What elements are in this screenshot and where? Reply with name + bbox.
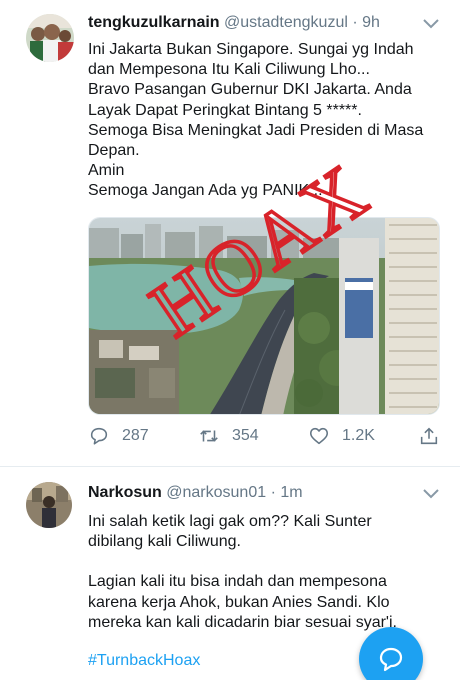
chevron-down-icon[interactable] xyxy=(422,487,440,501)
display-name[interactable]: tengkuzulkarnain xyxy=(88,14,220,31)
avatar-photo xyxy=(26,14,74,62)
tweet-line: Lagian kali itu bisa indah dan mempesona xyxy=(88,573,387,591)
avatar[interactable] xyxy=(26,482,72,528)
like-count: 1.2K xyxy=(342,427,375,444)
heart-icon xyxy=(309,427,329,445)
tweet-time: · 1m xyxy=(270,484,303,501)
tweet-time: · 9h xyxy=(352,14,380,31)
compose-tweet-button[interactable] xyxy=(359,627,423,680)
tweet-line: dan Mempesona Itu Kali Ciliwung Lho... xyxy=(88,61,370,79)
tweet-line: Ini Jakarta Bukan Singapore. Sungai yg I… xyxy=(88,41,414,58)
tweet-line: Semoga Bisa Meningkat Jadi Presiden di M… xyxy=(88,121,424,139)
retweet-count: 354 xyxy=(232,427,259,444)
compose-bubble-icon xyxy=(379,647,403,672)
tweet-divider xyxy=(0,466,460,467)
reply-icon xyxy=(90,427,108,445)
reply-button[interactable]: 287 xyxy=(88,425,149,447)
tweet-line: Layak Dapat Peringkat Bintang 5 *****. xyxy=(88,101,362,119)
tweet-line: Bravo Pasangan Gubernur DKI Jakarta. And… xyxy=(88,81,412,99)
hoax-stamp: HOAX xyxy=(134,150,386,350)
reply-count: 287 xyxy=(122,427,149,444)
display-name[interactable]: Narkosun xyxy=(88,484,162,501)
tweet-line: dibilang kali Ciliwung. xyxy=(88,533,241,551)
retweet-icon xyxy=(200,430,218,442)
tweet-line: karena kerja Ahok, bukan Anies Sandi. Kl… xyxy=(88,593,390,611)
tweet-actions: 287 354 1.2K xyxy=(88,425,448,451)
tweet-text: Ini salah ketik lagi gak om?? Kali Sunte… xyxy=(88,512,397,671)
like-button[interactable]: 1.2K xyxy=(308,425,375,447)
tweet-line: mereka kan kali dicadarin biar sesuai sy… xyxy=(88,613,397,631)
tweet-line: Ini salah ketik lagi gak om?? Kali Sunte… xyxy=(88,513,372,530)
share-button[interactable] xyxy=(418,425,440,447)
hashtag-link[interactable]: #TurnbackHoax xyxy=(88,651,397,671)
hoax-stamp-text: HOAX xyxy=(135,150,384,350)
avatar-photo xyxy=(26,482,72,528)
tweet-line xyxy=(88,552,397,572)
retweet-button[interactable]: 354 xyxy=(198,425,259,447)
chevron-down-icon[interactable] xyxy=(422,17,440,31)
user-handle[interactable]: @ustadtengkuzul xyxy=(224,14,348,31)
share-icon xyxy=(420,427,438,445)
user-handle[interactable]: @narkosun01 xyxy=(166,484,266,501)
avatar[interactable] xyxy=(26,14,74,62)
